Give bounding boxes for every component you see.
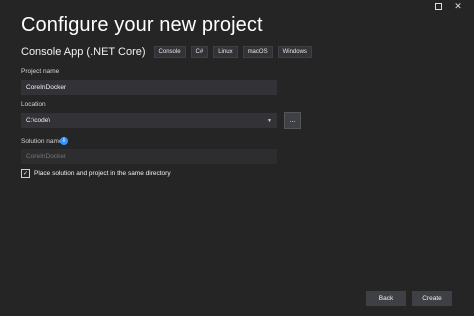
browse-button[interactable]: ... xyxy=(284,112,301,129)
tag-windows: Windows xyxy=(277,46,312,58)
chevron-down-icon[interactable]: ▼ xyxy=(267,118,272,124)
page-title: Configure your new project xyxy=(21,14,263,36)
tag-console: Console xyxy=(153,46,186,58)
location-label: Location xyxy=(21,101,46,108)
project-name-input[interactable] xyxy=(21,80,277,95)
solution-name-input xyxy=(21,149,277,164)
close-icon[interactable]: ✕ xyxy=(448,0,468,12)
location-value: C:\code\ xyxy=(26,117,51,124)
tag-csharp: C# xyxy=(190,46,209,58)
tag-linux: Linux xyxy=(213,46,238,58)
checkmark-icon: ✓ xyxy=(22,171,29,177)
create-button[interactable]: Create xyxy=(412,291,452,306)
tag-macos: macOS xyxy=(242,46,273,58)
same-directory-label[interactable]: Place solution and project in the same d… xyxy=(34,170,171,177)
info-icon[interactable]: i xyxy=(60,137,68,145)
template-name: Console App (.NET Core) xyxy=(21,46,146,58)
back-button[interactable]: Back xyxy=(366,291,406,306)
project-name-label: Project name xyxy=(21,68,60,75)
solution-name-label: Solution name xyxy=(21,138,63,145)
window-controls: ✕ xyxy=(428,0,468,12)
same-directory-option[interactable]: ✓ Place solution and project in the same… xyxy=(21,169,171,178)
location-combobox[interactable]: C:\code\ ▼ xyxy=(21,113,277,128)
same-directory-checkbox[interactable]: ✓ xyxy=(21,169,30,178)
template-summary: Console App (.NET Core) Console C# Linux… xyxy=(21,46,317,58)
maximize-icon[interactable] xyxy=(428,0,448,12)
